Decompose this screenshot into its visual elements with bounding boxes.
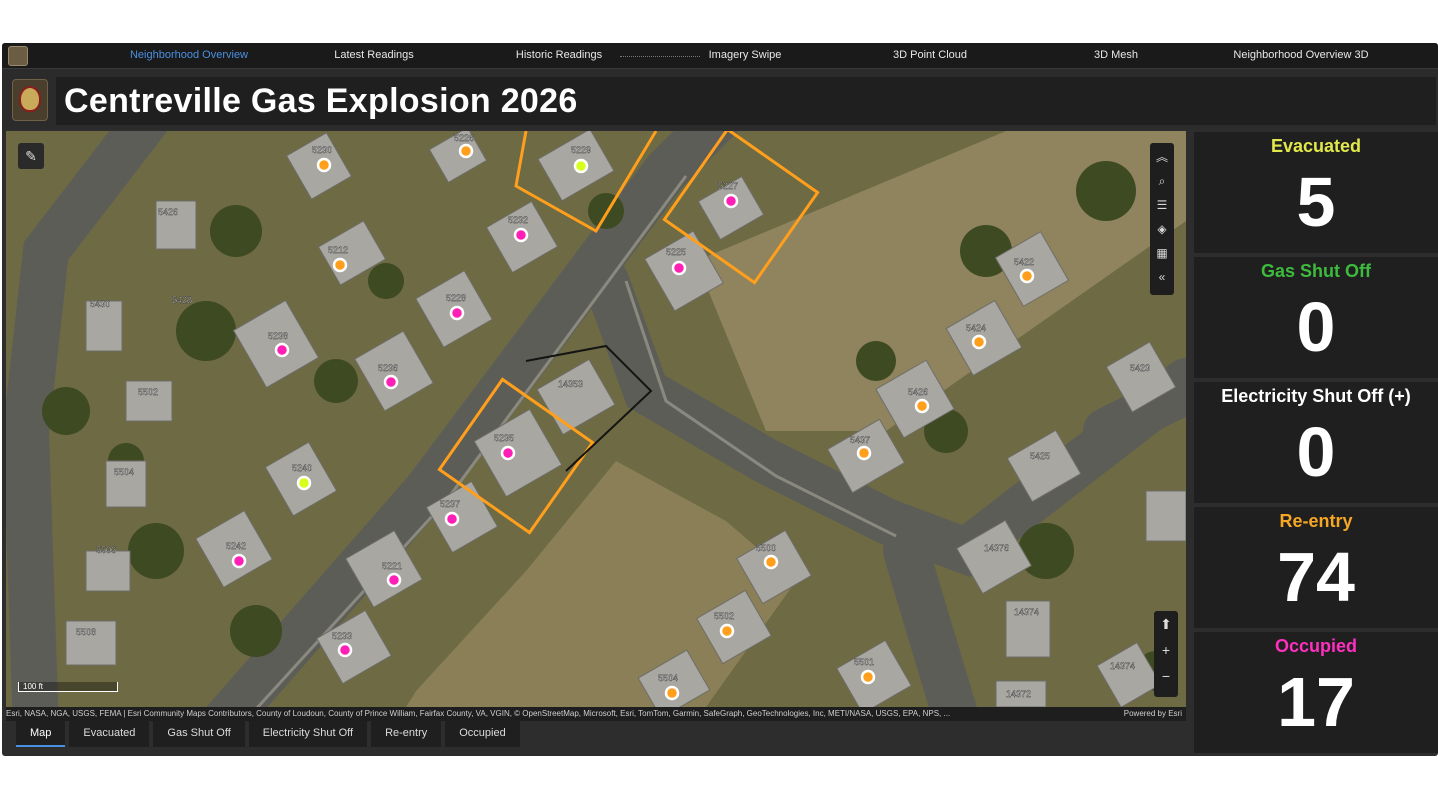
svg-text:5504: 5504 — [658, 673, 678, 683]
attribution-text: Esri, NASA, NGA, USGS, FEMA | Esri Commu… — [6, 709, 951, 718]
dashboard-header: Centreville Gas Explosion 2026 — [2, 69, 1438, 129]
tab-electricity-shut-off[interactable]: Electricity Shut Off — [248, 721, 368, 747]
svg-text:5502: 5502 — [714, 611, 734, 621]
stat-label: Occupied — [1274, 636, 1358, 656]
tab-occupied[interactable]: Occupied — [445, 721, 520, 747]
map-zoom-controls: ⬆ + − — [1154, 611, 1178, 697]
svg-text:5238: 5238 — [268, 331, 288, 341]
nav-imagery-swipe[interactable]: Imagery Swipe — [709, 49, 782, 61]
svg-text:5227: 5227 — [718, 181, 738, 191]
svg-text:5242: 5242 — [226, 541, 246, 551]
svg-text:14353: 14353 — [558, 379, 583, 389]
aerial-imagery: 5230 5226 5229 5227 5232 5212 5225 5228 5238 5… — [6, 131, 1186, 707]
svg-text:5422: 5422 — [1014, 257, 1034, 267]
zoom-out-icon[interactable]: − — [1156, 663, 1176, 689]
top-navigation: Neighborhood Overview Latest Readings Hi… — [2, 43, 1438, 69]
page-title: Centreville Gas Explosion 2026 — [64, 82, 578, 120]
svg-text:14376: 14376 — [984, 543, 1009, 553]
svg-text:5506: 5506 — [96, 545, 116, 555]
stat-value: 0 — [1296, 413, 1336, 491]
nav-neighborhood-overview[interactable]: Neighborhood Overview — [130, 49, 248, 61]
stat-value: 17 — [1277, 663, 1355, 741]
svg-text:5501: 5501 — [854, 657, 874, 667]
county-seal-icon — [12, 79, 48, 121]
svg-text:5502: 5502 — [138, 387, 158, 397]
layers-icon[interactable]: ◈ — [1152, 217, 1172, 241]
svg-text:5428: 5428 — [172, 295, 192, 305]
tab-map[interactable]: Map — [16, 721, 66, 747]
svg-text:5500: 5500 — [756, 543, 776, 553]
powered-by-esri[interactable]: Powered by Esri — [1124, 707, 1182, 721]
stat-panel-re-entry: Re-entry 74 — [1194, 507, 1438, 628]
svg-text:5232: 5232 — [508, 215, 528, 225]
map-tabs: Map Evacuated Gas Shut Off Electricity S… — [16, 721, 524, 749]
svg-text:5425: 5425 — [1030, 451, 1050, 461]
map-toolbar: ︽ ⌕ ☰ ◈ ▦ « — [1150, 143, 1174, 295]
stat-panel-evacuated: Evacuated 5 — [1194, 132, 1438, 253]
tab-gas-shut-off[interactable]: Gas Shut Off — [153, 721, 245, 747]
svg-text:5226: 5226 — [454, 133, 474, 143]
map-view[interactable]: 5230 5226 5229 5227 5232 5212 5225 5228 5238 5… — [6, 131, 1186, 707]
svg-text:5240: 5240 — [292, 463, 312, 473]
svg-text:5221: 5221 — [382, 561, 402, 571]
search-icon[interactable]: ⌕ — [1152, 169, 1172, 193]
svg-text:5424: 5424 — [966, 323, 986, 333]
stat-value: 5 — [1296, 163, 1336, 241]
svg-text:5212: 5212 — [328, 245, 348, 255]
nav-neighborhood-overview-3d[interactable]: Neighborhood Overview 3D — [1233, 49, 1368, 61]
collapse-left-icon[interactable]: « — [1152, 265, 1172, 289]
nav-3d-point-cloud[interactable]: 3D Point Cloud — [893, 49, 967, 61]
svg-text:5426: 5426 — [908, 387, 928, 397]
map-attribution: Esri, NASA, NGA, USGS, FEMA | Esri Commu… — [6, 707, 1186, 721]
svg-text:5235: 5235 — [494, 433, 514, 443]
nav-latest-readings[interactable]: Latest Readings — [334, 49, 414, 61]
nav-divider — [620, 56, 700, 57]
dashboard-app: Neighborhood Overview Latest Readings Hi… — [2, 43, 1438, 756]
svg-text:5508: 5508 — [76, 627, 96, 637]
stat-value: 0 — [1296, 288, 1336, 366]
svg-text:5228: 5228 — [446, 293, 466, 303]
stat-panel-gas-shut-off: Gas Shut Off 0 — [1194, 257, 1438, 378]
tab-re-entry[interactable]: Re-entry — [371, 721, 442, 747]
stat-label: Evacuated — [1270, 136, 1362, 156]
stat-label: Re-entry — [1279, 511, 1353, 531]
svg-text:5437: 5437 — [850, 435, 870, 445]
map-scale-bar: 100 ft — [18, 682, 118, 692]
stat-panel-occupied: Occupied 17 — [1194, 632, 1438, 753]
svg-text:5236: 5236 — [378, 363, 398, 373]
nav-logo-icon — [8, 46, 28, 66]
stat-value: 74 — [1277, 538, 1355, 616]
map-edit-tool-icon[interactable]: ✎ — [18, 143, 44, 169]
svg-text:5423: 5423 — [1130, 363, 1150, 373]
legend-icon[interactable]: ☰ — [1152, 193, 1172, 217]
stat-label: Gas Shut Off — [1260, 261, 1371, 281]
stat-panel-electricity-shut-off: Electricity Shut Off (+) 0 — [1194, 382, 1438, 503]
svg-text:14374: 14374 — [1110, 661, 1135, 671]
svg-text:5230: 5230 — [312, 145, 332, 155]
svg-text:14372: 14372 — [1006, 689, 1031, 699]
svg-text:5237: 5237 — [440, 499, 460, 509]
compass-icon[interactable]: ⬆ — [1156, 611, 1176, 637]
nav-historic-readings[interactable]: Historic Readings — [516, 49, 602, 61]
nav-3d-mesh[interactable]: 3D Mesh — [1094, 49, 1138, 61]
title-bar: Centreville Gas Explosion 2026 — [56, 77, 1436, 125]
svg-text:5430: 5430 — [90, 299, 110, 309]
tab-evacuated[interactable]: Evacuated — [69, 721, 150, 747]
stat-label: Electricity Shut Off (+) — [1221, 386, 1411, 406]
svg-text:5225: 5225 — [666, 247, 686, 257]
svg-text:5426: 5426 — [158, 207, 178, 217]
svg-text:14374: 14374 — [1014, 607, 1039, 617]
svg-text:5504: 5504 — [114, 467, 134, 477]
basemap-icon[interactable]: ▦ — [1152, 241, 1172, 265]
collapse-up-icon[interactable]: ︽ — [1152, 145, 1172, 169]
zoom-in-icon[interactable]: + — [1156, 637, 1176, 663]
svg-text:5229: 5229 — [571, 145, 591, 155]
svg-text:5233: 5233 — [332, 631, 352, 641]
